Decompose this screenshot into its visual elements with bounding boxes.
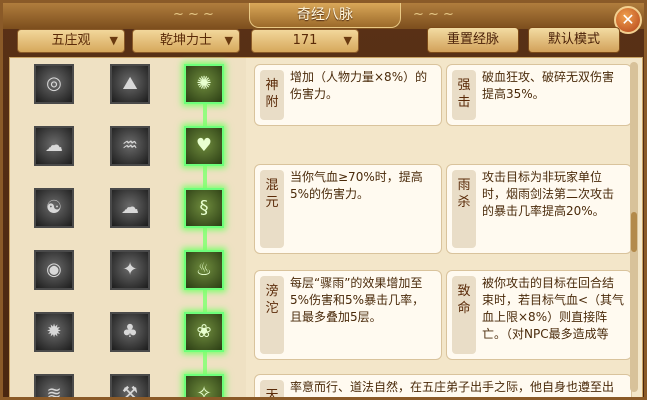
chevron-down-icon: ▼ [224, 34, 233, 47]
talent-desc: 被你攻击的目标在回合结束时，若目标气血<（其气血上限×8%）则直接阵亡。（对NP… [482, 276, 625, 341]
title-bar: ~ ~ ~ 奇经八脉 ~ ~ ~ ✕ [3, 3, 644, 34]
rays-icon[interactable]: ✺ [184, 64, 224, 104]
talent-desc: 增加（人物力量×8%）的伤害力。 [290, 70, 428, 101]
talent-desc: 每层“骤雨”的效果增加至5%伤害和5%暴击几率，且最多叠加5层。 [290, 276, 425, 324]
kettle-icon[interactable]: ◎ [34, 64, 74, 104]
sword-icon[interactable]: ✦ [110, 250, 150, 290]
scrollbar[interactable] [630, 62, 638, 392]
yinyang-icon[interactable]: ◉ [34, 250, 74, 290]
talent-name: 强击 [452, 70, 476, 120]
mountain-icon[interactable]: ⛰ [110, 64, 150, 104]
taiji-icon[interactable]: ☯ [34, 188, 74, 228]
talent-desc: 破血狂攻、破碎无双伤害提高35%。 [482, 70, 615, 101]
title-ornament-right: ~ ~ ~ [413, 7, 454, 22]
level-dropdown[interactable]: 171 ▼ [251, 29, 359, 53]
talent-name: 天 [260, 380, 284, 397]
talent-card[interactable]: 滂沱 每层“骤雨”的效果增加至5%伤害和5%暴击几率，且最多叠加5层。 [254, 270, 442, 360]
lotus-icon[interactable]: ❀ [184, 312, 224, 352]
hammer-icon[interactable]: ⚒ [110, 374, 150, 397]
talent-cards: 神附 增加（人物力量×8%）的伤害力。 强击 破血狂攻、破碎无双伤害提高35%。… [248, 58, 640, 397]
spirit-icon[interactable]: ✧ [184, 374, 224, 397]
snake-icon[interactable]: § [184, 188, 224, 228]
talent-card[interactable]: 神附 增加（人物力量×8%）的伤害力。 [254, 64, 442, 126]
talent-desc: 攻击目标为非玩家单位时，烟雨剑法第二次攻击的暴击几率提高20%。 [482, 170, 615, 218]
chevron-down-icon: ▼ [343, 34, 352, 47]
school-dropdown-value: 乾坤力士 [159, 33, 212, 48]
sect-dropdown[interactable]: 五庄观 ▼ [17, 29, 125, 53]
sect-dropdown-value: 五庄观 [51, 33, 91, 48]
title-ornament-left: ~ ~ ~ [173, 7, 214, 22]
chevron-down-icon: ▼ [109, 34, 118, 47]
talent-card[interactable]: 混元 当你气血≥70%时，提高5%的伤害力。 [254, 164, 442, 254]
wave-icon[interactable]: ≋ [34, 374, 74, 397]
sun-icon[interactable]: ✹ [34, 312, 74, 352]
talent-desc: 当你气血≥70%时，提高5%的伤害力。 [290, 170, 423, 201]
talent-card[interactable]: 致命 被你攻击的目标在回合结束时，若目标气血<（其气血上限×8%）则直接阵亡。（… [446, 270, 632, 360]
talent-name: 雨杀 [452, 170, 476, 248]
skill-tree: ◎ ☁ ☯ ◉ ✹ ≋ ⛰ ♒ ☁ ✦ ♣ ⚒ ✺ ♥ § ♨ ❀ ✧ [10, 58, 246, 397]
talent-name: 神附 [260, 70, 284, 120]
heart-icon[interactable]: ♥ [184, 126, 224, 166]
talent-desc: 率意而行、道法自然，在五庄弟子出手之际，他自身也遵至出道，扣字由持令者的小剑意，… [290, 380, 615, 394]
level-dropdown-value: 171 [292, 33, 318, 48]
default-mode-button[interactable]: 默认模式 [528, 27, 620, 53]
school-dropdown[interactable]: 乾坤力士 ▼ [132, 29, 240, 53]
talent-card[interactable]: 雨杀 攻击目标为非玩家单位时，烟雨剑法第二次攻击的暴击几率提高20%。 [446, 164, 632, 254]
talent-name: 致命 [452, 276, 476, 354]
talent-card[interactable]: 强击 破血狂攻、破碎无双伤害提高35%。 [446, 64, 632, 126]
dragon-icon[interactable]: ♒ [110, 126, 150, 166]
window-title: 奇经八脉 [249, 3, 401, 28]
talent-name: 混元 [260, 170, 284, 248]
meridian-panel: ◎ ☁ ☯ ◉ ✹ ≋ ⛰ ♒ ☁ ✦ ♣ ⚒ ✺ ♥ § ♨ ❀ ✧ 神附 增… [9, 57, 643, 397]
talent-card[interactable]: 天 率意而行、道法自然，在五庄弟子出手之际，他自身也遵至出道，扣字由持令者的小剑… [254, 374, 632, 397]
cloud-icon[interactable]: ☁ [110, 188, 150, 228]
game-window: ~ ~ ~ 奇经八脉 ~ ~ ~ ✕ 五庄观 ▼ 乾坤力士 ▼ 171 ▼ 重置… [0, 0, 647, 400]
reset-meridian-button[interactable]: 重置经脉 [427, 27, 519, 53]
talent-name: 滂沱 [260, 276, 284, 354]
scrollbar-thumb[interactable] [631, 212, 637, 252]
tree-icon[interactable]: ♣ [110, 312, 150, 352]
gourd-icon[interactable]: ♨ [184, 250, 224, 290]
thunder-icon[interactable]: ☁ [34, 126, 74, 166]
